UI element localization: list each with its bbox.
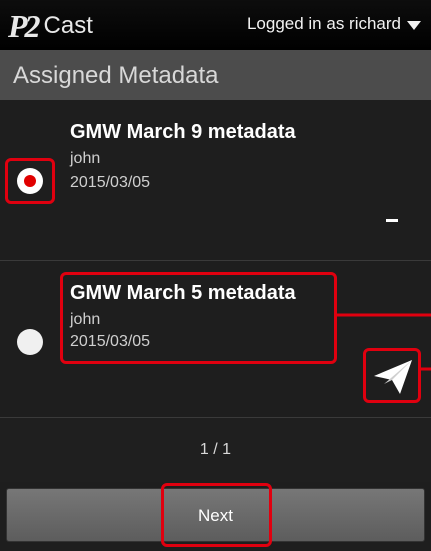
pagination: 1 / 1: [199, 441, 232, 458]
paper-plane-icon[interactable]: [370, 354, 416, 400]
highlight-box: [161, 483, 272, 547]
footer: Next: [0, 482, 431, 551]
